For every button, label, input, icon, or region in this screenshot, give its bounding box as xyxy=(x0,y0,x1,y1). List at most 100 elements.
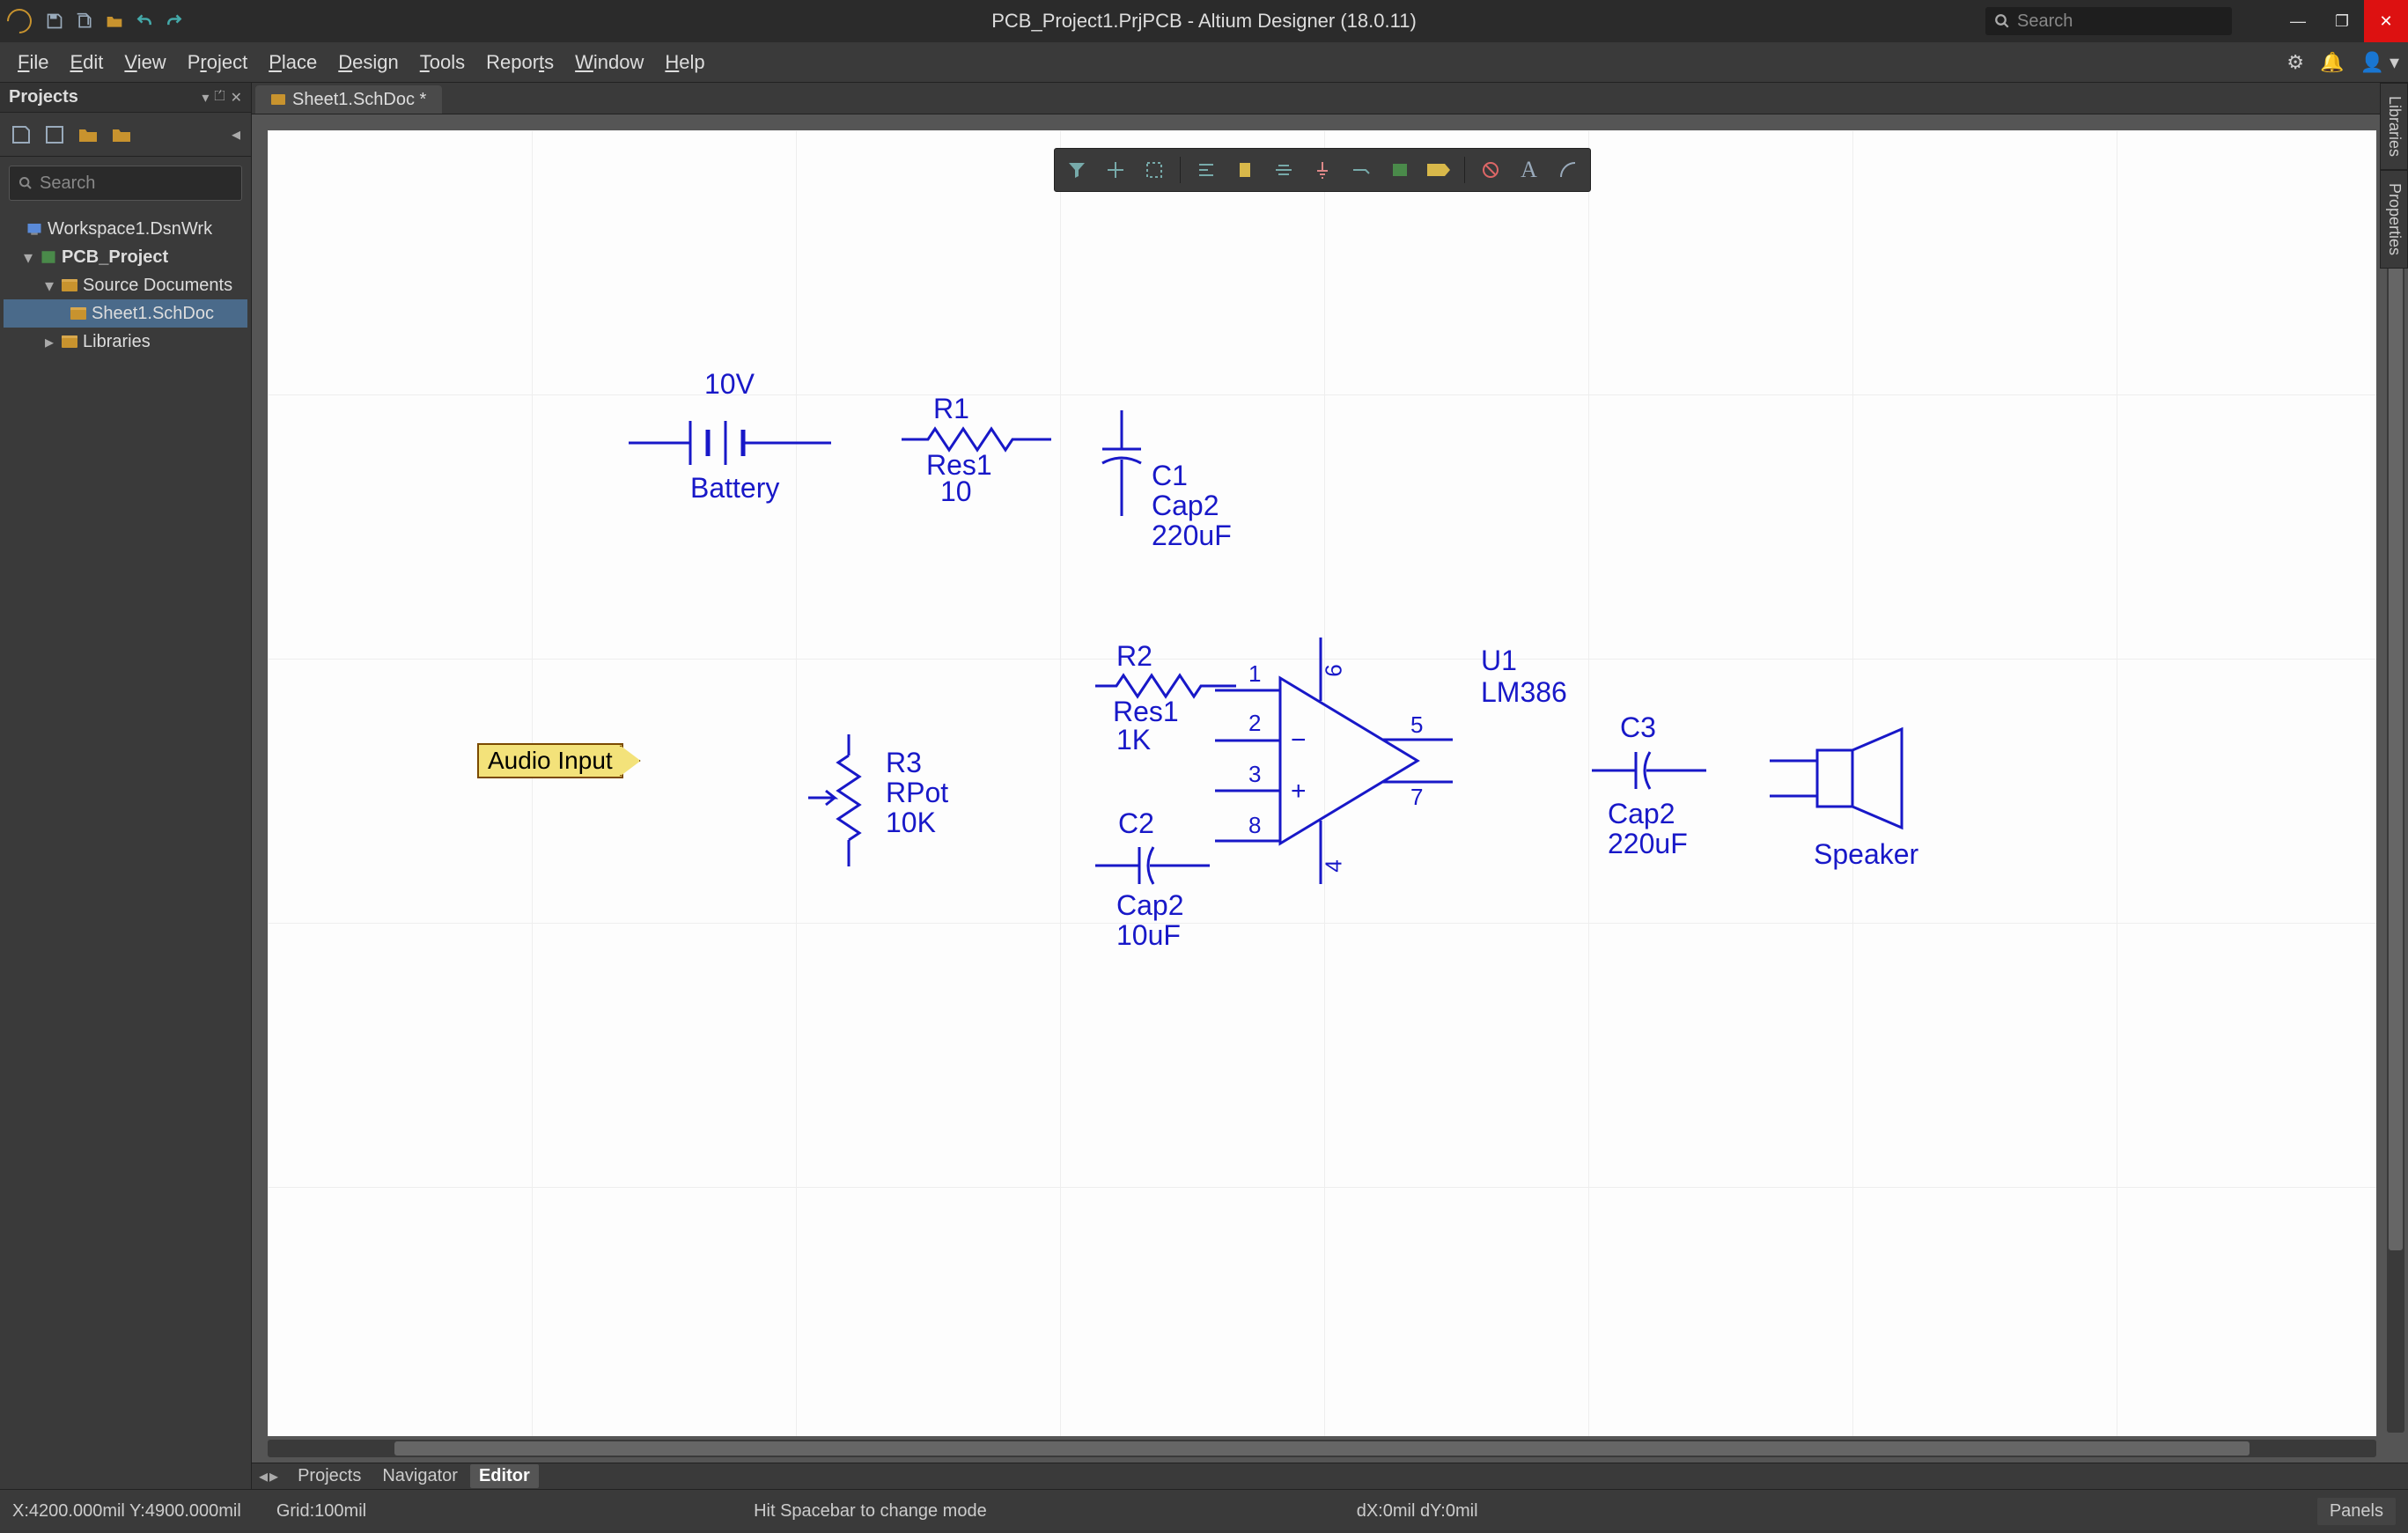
redo-icon[interactable] xyxy=(166,12,183,30)
projects-panel: Projects ▾ ⏍ ✕ ◂ Search Workspace1.DsnWr… xyxy=(0,83,252,1489)
c2-value[interactable]: 10uF xyxy=(1116,919,1181,952)
search-placeholder: Search xyxy=(2017,11,2073,32)
c3-value[interactable]: 220uF xyxy=(1608,828,1688,860)
projects-search[interactable]: Search xyxy=(9,166,242,201)
menu-tools[interactable]: Tools xyxy=(411,46,474,79)
tree-source-docs[interactable]: ▾ Source Documents xyxy=(4,271,247,299)
title-bar: PCB_Project1.PrjPCB - Altium Designer (1… xyxy=(0,0,2408,42)
u1-designator[interactable]: U1 xyxy=(1481,645,1517,677)
u1-pin7[interactable]: 7 xyxy=(1410,784,1423,811)
project-icon xyxy=(41,249,56,265)
menu-file[interactable]: File xyxy=(9,46,57,79)
battery-name[interactable]: Battery xyxy=(690,472,779,505)
compile-icon[interactable] xyxy=(44,124,65,145)
panels-button[interactable]: Panels xyxy=(2317,1498,2396,1525)
tree-sheet-selected[interactable]: Sheet1.SchDoc xyxy=(4,299,247,328)
panel-menu-icon[interactable]: ▾ xyxy=(202,89,209,107)
u1-pin3[interactable]: 3 xyxy=(1248,761,1261,788)
c3-name[interactable]: Cap2 xyxy=(1608,798,1675,830)
save-project-icon[interactable] xyxy=(11,124,32,145)
bottom-tab-navigator[interactable]: Navigator xyxy=(373,1464,467,1488)
r3-symbol[interactable] xyxy=(808,734,887,866)
save-all-icon[interactable] xyxy=(76,12,93,30)
projects-panel-title: Projects xyxy=(9,87,78,107)
menu-place[interactable]: Place xyxy=(260,46,326,79)
user-icon[interactable]: 👤 ▾ xyxy=(2360,51,2399,74)
folder-icon xyxy=(70,307,86,320)
speaker-symbol[interactable] xyxy=(1770,726,1928,831)
bottom-tab-projects[interactable]: Projects xyxy=(289,1464,370,1488)
u1-pin5[interactable]: 5 xyxy=(1410,711,1423,739)
c1-name[interactable]: Cap2 xyxy=(1152,490,1219,522)
minimize-button[interactable]: — xyxy=(2276,0,2320,42)
panel-close-icon[interactable]: ✕ xyxy=(231,89,242,107)
scrollbar-thumb[interactable] xyxy=(2389,130,2403,1250)
r1-designator[interactable]: R1 xyxy=(933,393,969,425)
r3-designator[interactable]: R3 xyxy=(886,747,922,779)
r3-name[interactable]: RPot xyxy=(886,777,948,809)
menu-window[interactable]: Window xyxy=(566,46,652,79)
panel-pin-icon[interactable]: ⏍ xyxy=(214,89,225,107)
schematic-canvas[interactable]: A 10V Battery xyxy=(268,130,2376,1436)
open-folder-icon[interactable] xyxy=(106,12,123,30)
status-delta: dX:0mil dY:0mil xyxy=(1357,1501,1478,1522)
tab-prev-icon[interactable]: ◂ xyxy=(259,1465,268,1487)
r3-value[interactable]: 10K xyxy=(886,807,936,839)
notifications-icon[interactable]: 🔔 xyxy=(2320,51,2344,74)
svg-text:+: + xyxy=(1291,777,1307,806)
c1-symbol[interactable] xyxy=(1095,410,1148,516)
c3-designator[interactable]: C3 xyxy=(1620,711,1656,744)
bottom-tabs: ◂▸ Projects Navigator Editor xyxy=(252,1463,2408,1489)
dock-tab-libraries[interactable]: Libraries xyxy=(2380,83,2408,170)
u1-pin2[interactable]: 2 xyxy=(1248,710,1261,737)
bottom-tab-editor[interactable]: Editor xyxy=(470,1464,539,1488)
menu-reports[interactable]: Reports xyxy=(477,46,563,79)
projects-toolbar: ◂ xyxy=(0,113,251,157)
vertical-scrollbar[interactable] xyxy=(2387,130,2404,1433)
c1-designator[interactable]: C1 xyxy=(1152,460,1188,492)
c2-name[interactable]: Cap2 xyxy=(1116,889,1184,922)
u1-pin8[interactable]: 8 xyxy=(1248,812,1261,839)
undo-icon[interactable] xyxy=(136,12,153,30)
settings-icon[interactable]: ⚙ xyxy=(2286,51,2304,74)
battery-symbol[interactable] xyxy=(629,412,831,474)
c2-designator[interactable]: C2 xyxy=(1118,807,1154,840)
tree-libraries[interactable]: ▸ Libraries xyxy=(4,328,247,356)
status-coords: X:4200.000mil Y:4900.000mil xyxy=(12,1501,241,1522)
horizontal-scrollbar[interactable] xyxy=(268,1440,2376,1457)
r2-value[interactable]: 1K xyxy=(1116,724,1151,756)
r2-designator[interactable]: R2 xyxy=(1116,640,1152,673)
save-icon[interactable] xyxy=(46,12,63,30)
svg-text:−: − xyxy=(1291,726,1307,755)
menu-help[interactable]: Help xyxy=(656,46,713,79)
c1-value[interactable]: 220uF xyxy=(1152,520,1232,552)
u1-pin1[interactable]: 1 xyxy=(1248,660,1261,688)
c3-symbol[interactable] xyxy=(1592,748,1706,792)
u1-pin4[interactable]: 4 xyxy=(1321,859,1348,872)
u1-name[interactable]: LM386 xyxy=(1481,676,1567,709)
tree-project[interactable]: ▾ PCB_Project xyxy=(4,243,247,271)
port-audio-input[interactable]: Audio Input xyxy=(477,743,623,778)
tab-next-icon[interactable]: ▸ xyxy=(269,1465,278,1487)
tree-workspace[interactable]: Workspace1.DsnWrk xyxy=(4,215,247,243)
search-icon xyxy=(18,176,33,190)
global-search[interactable]: Search xyxy=(1985,7,2232,35)
speaker-name[interactable]: Speaker xyxy=(1814,838,1918,871)
menu-project[interactable]: Project xyxy=(179,46,257,79)
scrollbar-thumb[interactable] xyxy=(394,1441,2250,1456)
battery-designator[interactable]: 10V xyxy=(704,368,755,401)
maximize-button[interactable]: ❐ xyxy=(2320,0,2364,42)
tab-sheet1[interactable]: Sheet1.SchDoc * xyxy=(255,85,442,114)
quick-access-toolbar xyxy=(46,12,183,30)
open-project-icon[interactable] xyxy=(77,124,99,145)
menu-view[interactable]: View xyxy=(115,46,174,79)
menu-design[interactable]: Design xyxy=(329,46,407,79)
r1-value[interactable]: 10 xyxy=(940,475,972,508)
u1-pin6[interactable]: 6 xyxy=(1321,664,1348,676)
dock-tab-properties[interactable]: Properties xyxy=(2380,170,2408,269)
c2-symbol[interactable] xyxy=(1095,844,1210,888)
collapse-panel-icon[interactable]: ◂ xyxy=(232,123,240,145)
close-button[interactable]: ✕ xyxy=(2364,0,2408,42)
add-to-project-icon[interactable] xyxy=(111,124,132,145)
menu-edit[interactable]: Edit xyxy=(61,46,112,79)
